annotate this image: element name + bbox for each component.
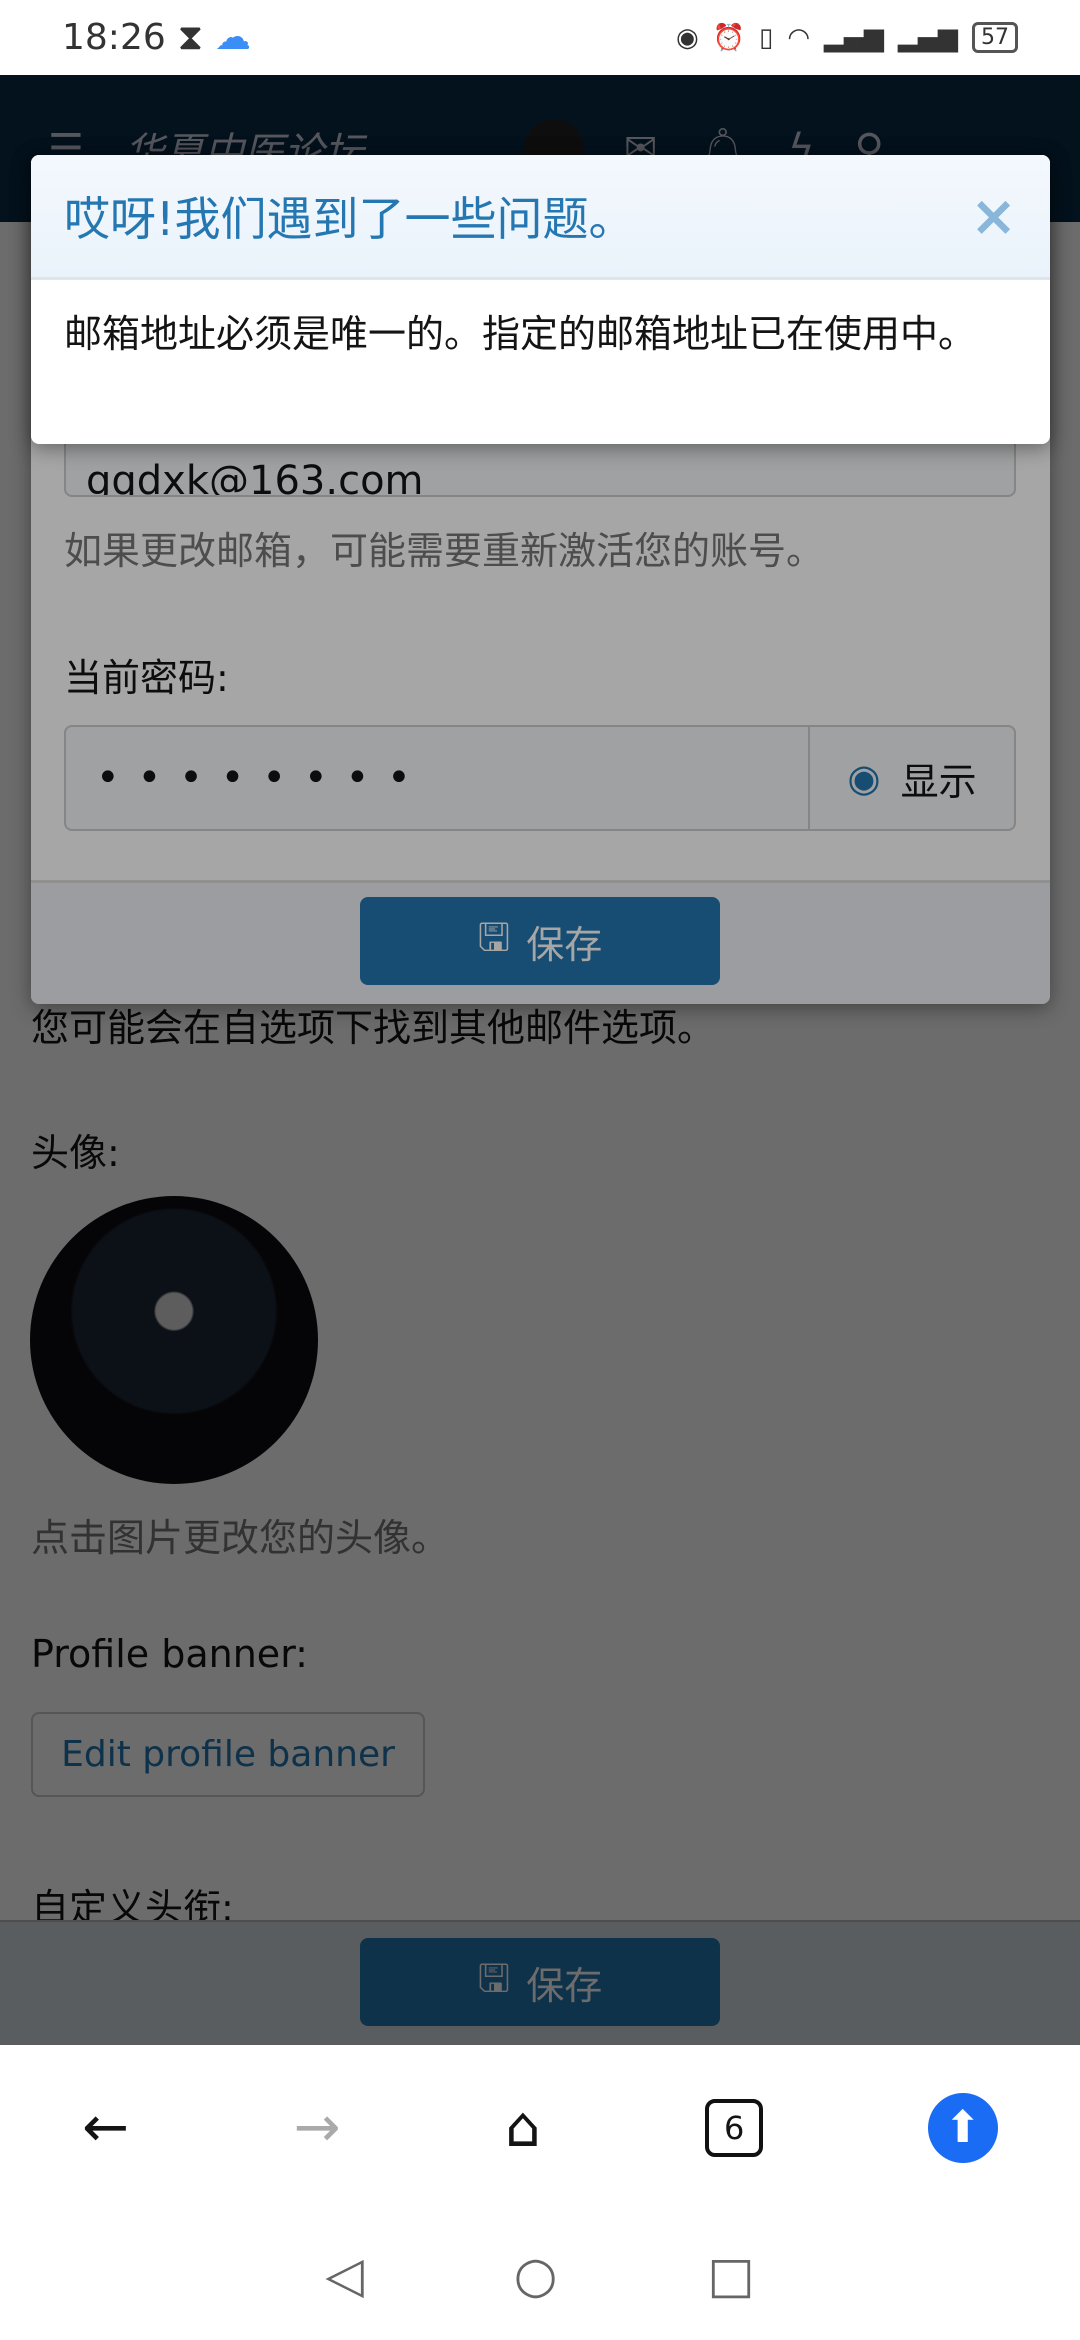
system-nav: ◁ ○ □ [0,2210,1080,2340]
wifi-icon: ◠ [787,22,810,53]
home-circle-icon[interactable]: ○ [514,2246,558,2304]
browser-toolbar: ← → ⌂ 6 ⬆ [0,2045,1080,2210]
vibrate-icon: ▯ [759,22,774,53]
forward-icon[interactable]: → [294,2095,341,2160]
cloud-icon: ☁ [215,17,252,58]
status-bar: 18:26 ⧗ ☁ ◉ ⏰ ▯ ◠ ▂▄▆ ▂▄▆ 57 [0,0,1080,75]
error-title: 哎呀!我们遇到了一些问题。 [64,192,635,246]
back-triangle-icon[interactable]: ◁ [325,2246,363,2304]
recents-square-icon[interactable]: □ [707,2246,754,2304]
time: 18:26 [62,17,166,58]
error-message: 邮箱地址必须是唯一的。指定的邮箱地址已在使用中。 [64,312,977,356]
battery-icon: 57 [972,22,1018,53]
hourglass-icon: ⧗ [177,16,204,58]
alarm-icon: ⏰ [712,22,745,53]
back-icon[interactable]: ← [82,2095,129,2160]
signal-4g-icon: ▂▄▆ [824,22,884,53]
scroll-up-icon[interactable]: ⬆ [927,2092,998,2163]
close-icon[interactable]: × [970,184,1017,249]
signal-4g-icon: ▂▄▆ [898,22,958,53]
tabs-button[interactable]: 6 [705,2098,764,2157]
home-icon[interactable]: ⌂ [505,2095,541,2160]
error-dialog: 哎呀!我们遇到了一些问题。 × 邮箱地址必须是唯一的。指定的邮箱地址已在使用中。 [31,155,1050,444]
eye-icon: ◉ [675,22,699,53]
